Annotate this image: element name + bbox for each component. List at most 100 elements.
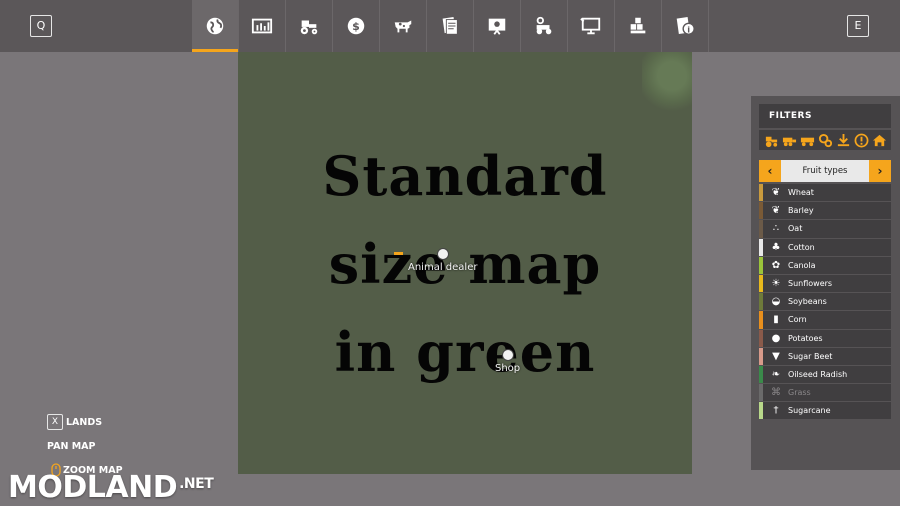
tractor-filter-icon[interactable]	[764, 133, 779, 148]
cotton-icon: ♣	[771, 241, 781, 253]
canola-icon: ✿	[771, 259, 781, 271]
category-next-button[interactable]: ›	[869, 160, 891, 182]
fruit-color-swatch	[759, 347, 763, 365]
control-pan-map: PAN MAP	[47, 434, 123, 458]
menu-tabs: $ i	[192, 0, 709, 52]
fruit-item-oilseed-radish[interactable]: ❧ Oilseed Radish	[759, 365, 891, 385]
lands-key: X	[47, 414, 63, 430]
lands-label: LANDS	[66, 416, 103, 428]
fruit-color-swatch	[759, 311, 763, 329]
production-filter-icon[interactable]	[818, 133, 833, 148]
stats-icon	[251, 18, 273, 34]
fruit-item-corn[interactable]: ▮ Corn	[759, 311, 891, 330]
fruit-item-sunflowers[interactable]: ☀ Sunflowers	[759, 274, 891, 294]
prev-page-key[interactable]: Q	[30, 15, 52, 37]
tab-statistics[interactable]	[239, 0, 286, 52]
fruit-name: Wheat	[788, 188, 814, 198]
category-prev-button[interactable]: ‹	[759, 160, 781, 182]
help-board-icon	[488, 18, 506, 35]
tab-finances[interactable]: $	[333, 0, 380, 52]
wheat-icon: ❦	[771, 187, 781, 199]
pan-map-label: PAN MAP	[47, 440, 96, 452]
fruit-item-grass[interactable]: ⌘ Grass	[759, 384, 891, 403]
fruit-color-swatch	[759, 293, 763, 311]
fruit-name: Soybeans	[788, 297, 827, 307]
trailer-filter-icon[interactable]	[782, 133, 797, 148]
player-marker	[394, 252, 403, 255]
cow-icon	[394, 20, 412, 33]
money-icon: $	[347, 17, 365, 35]
fruit-color-swatch	[759, 238, 763, 256]
control-lands[interactable]: X LANDS	[47, 410, 123, 434]
map-view[interactable]: Standard size map in green Animal dealer…	[238, 52, 692, 474]
fruit-item-canola[interactable]: ✿ Canola	[759, 256, 891, 275]
map-title-line3: in green	[334, 320, 596, 384]
category-selector: ‹ Fruit types ›	[759, 160, 891, 182]
poi-animal-dealer[interactable]: Animal dealer	[394, 248, 478, 273]
fruit-color-swatch	[759, 220, 763, 238]
fruit-item-soybeans[interactable]: ◒ Soybeans	[759, 293, 891, 312]
fruit-name: Canola	[788, 260, 816, 270]
fruit-name: Grass	[788, 388, 811, 398]
vehicle-icon	[536, 16, 552, 35]
svg-text:i: i	[687, 24, 690, 34]
oilseed-radish-icon: ❧	[771, 368, 781, 380]
potato-icon: ●	[771, 332, 781, 344]
filters-title: FILTERS	[759, 104, 891, 128]
truck-filter-icon[interactable]	[800, 133, 815, 148]
fruit-item-sugar-beet[interactable]: ▼ Sugar Beet	[759, 347, 891, 366]
tab-animals[interactable]	[380, 0, 427, 52]
fruit-name: Sugarcane	[788, 406, 831, 416]
fruit-item-potatoes[interactable]: ● Potatoes	[759, 329, 891, 348]
poi-shop[interactable]: Shop	[495, 349, 520, 374]
fruit-item-cotton[interactable]: ♣ Cotton	[759, 238, 891, 257]
tab-info[interactable]: i	[662, 0, 709, 52]
farmhouse-filter-icon[interactable]	[872, 133, 887, 148]
tab-vehicle-settings[interactable]	[521, 0, 568, 52]
shop-label: Shop	[495, 363, 521, 374]
fruit-color-swatch	[759, 329, 763, 347]
tab-help[interactable]	[474, 0, 521, 52]
tab-production[interactable]	[615, 0, 662, 52]
watermark-brand: MODLAND	[8, 470, 178, 505]
fruit-item-oat[interactable]: ∴ Oat	[759, 220, 891, 239]
tab-vehicles[interactable]	[286, 0, 333, 52]
tab-contracts[interactable]	[427, 0, 474, 52]
fruit-type-list: ❦ Wheat ❦ Barley ∴ Oat ♣ Cotton ✿ Canola ☀ Sun…	[759, 184, 891, 421]
tractor-icon	[300, 20, 318, 35]
fruit-name: Oat	[788, 224, 803, 234]
fruit-item-sugarcane[interactable]: † Sugarcane	[759, 402, 891, 421]
grass-icon: ⌘	[771, 387, 781, 399]
warning-filter-icon[interactable]	[854, 133, 869, 148]
fruit-color-swatch	[759, 202, 763, 220]
production-icon	[630, 17, 646, 34]
fruit-color-swatch	[759, 402, 763, 420]
watermark-logo: MODLAND .NET	[8, 470, 214, 505]
fruit-name: Barley	[788, 206, 814, 216]
fruit-item-wheat[interactable]: ❦ Wheat	[759, 184, 891, 203]
fruit-color-swatch	[759, 365, 763, 384]
fruit-item-barley[interactable]: ❦ Barley	[759, 202, 891, 221]
fruit-name: Corn	[788, 315, 807, 325]
contracts-icon	[442, 17, 458, 35]
fruit-name: Potatoes	[788, 333, 823, 343]
next-page-key[interactable]: E	[847, 15, 869, 37]
fruit-name: Cotton	[788, 242, 815, 252]
animal-dealer-label: Animal dealer	[408, 262, 478, 273]
terrain-patch	[642, 52, 692, 112]
tab-display[interactable]	[568, 0, 615, 52]
fruit-color-swatch	[759, 384, 763, 402]
fruit-color-swatch	[759, 256, 763, 274]
corn-icon: ▮	[773, 314, 779, 326]
fruit-color-swatch	[759, 184, 763, 202]
screen-icon	[580, 17, 601, 35]
tab-map[interactable]	[192, 0, 239, 52]
category-label: Fruit types	[781, 160, 869, 182]
filter-category-icons	[759, 130, 891, 150]
info-icon: i	[676, 17, 695, 35]
globe-icon	[206, 17, 224, 35]
filters-panel: FILTERS ‹ Fruit types › ❦ Wheat ❦ Barley ∴…	[751, 96, 900, 470]
sugarcane-icon: †	[773, 405, 779, 417]
sell-point-filter-icon[interactable]	[836, 133, 851, 148]
map-title-line1: Standard	[322, 144, 608, 208]
